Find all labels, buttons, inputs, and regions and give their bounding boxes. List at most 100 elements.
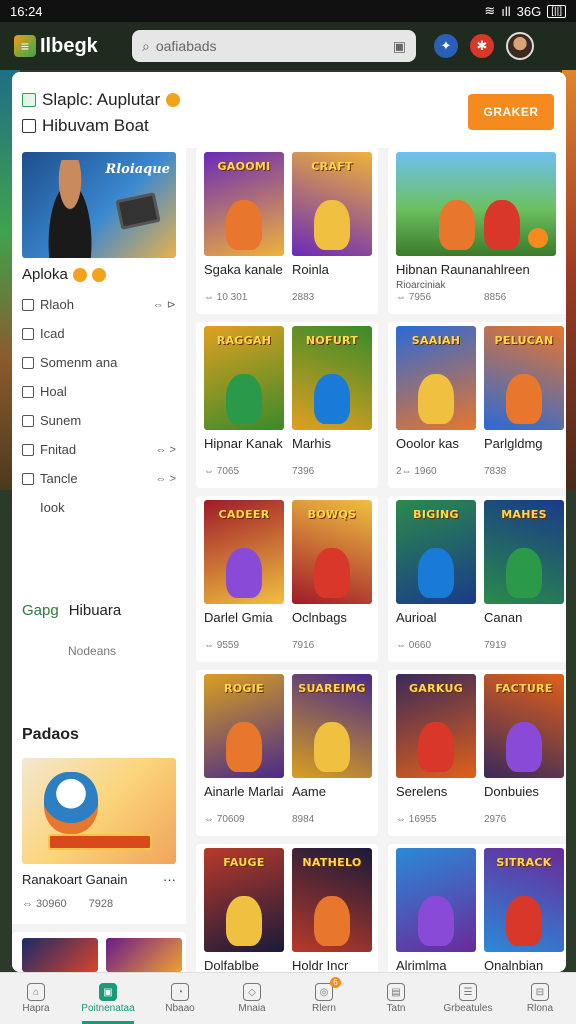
game-thumbnail-title: GARKUG bbox=[408, 682, 464, 695]
sidebar-section-title: Padaos bbox=[22, 726, 79, 743]
app-logo[interactable]: ≡ Ilbegk bbox=[14, 35, 132, 58]
play-icon[interactable] bbox=[528, 228, 548, 248]
game-title-right: Holdr Incr bbox=[292, 958, 349, 972]
app-name: Ilbegk bbox=[40, 34, 98, 57]
nav-label: Poitnenataa bbox=[81, 1003, 135, 1014]
sidebar-item-trail: ⇔ > bbox=[155, 472, 176, 485]
nav-item-1[interactable]: ▣ Poitnenataa bbox=[72, 973, 144, 1024]
coin-icon bbox=[91, 267, 106, 282]
game-meta-right: 7838 bbox=[484, 466, 507, 477]
game-thumbnail[interactable]: PELUCAN bbox=[484, 326, 564, 430]
nav-item-6[interactable]: ☰ Grbeatules bbox=[432, 973, 504, 1024]
game-thumbnail[interactable]: FAUGE bbox=[204, 848, 284, 952]
game-thumbnail[interactable]: MAHES bbox=[484, 500, 564, 604]
game-thumbnail[interactable] bbox=[396, 848, 476, 952]
game-meta-left: ⇔ 70609 bbox=[204, 814, 245, 825]
game-card[interactable]: BIGING MAHES Aurioal Canan ⇔ 0660 7919 bbox=[388, 496, 566, 662]
game-title-left: Alrimlma bbox=[396, 958, 447, 972]
sidebar-item-2[interactable]: Somenm ana bbox=[22, 348, 176, 377]
game-thumbnail[interactable]: RAGGAH bbox=[204, 326, 284, 430]
header-actions: ✦ ✱ bbox=[434, 32, 534, 60]
game-card[interactable]: FAUGE NATHELO Dolfablbe Holdr Incr bbox=[196, 844, 378, 972]
game-thumbnail[interactable]: CADEER bbox=[204, 500, 284, 604]
promo-meta-2: 7928 bbox=[88, 898, 114, 910]
sidebar-item-3[interactable]: Hoal bbox=[22, 377, 176, 406]
game-thumbnail-title: NOFURT bbox=[305, 334, 359, 347]
bottom-navigation: ⌂ Hapra ▣ Poitnenataa ◔ Nbaao ◇ Mnaia ◎ Rlern 6 ▤ Ta… bbox=[0, 972, 576, 1024]
primary-action-button[interactable]: GRAKER bbox=[468, 94, 554, 130]
game-thumbnail[interactable]: GARKUG bbox=[396, 674, 476, 778]
game-thumbnail[interactable]: BIGING bbox=[396, 500, 476, 604]
game-card[interactable]: GAOOMI CRAFT Sgaka kanale Roinla ⇔ 10 301 288… bbox=[196, 148, 378, 314]
game-card[interactable]: SAAIAH PELUCAN Ooolor kas Parlgldmg 2⇔ 1960 7… bbox=[388, 322, 566, 488]
game-thumbnail[interactable] bbox=[396, 152, 556, 256]
game-meta-right: 8856 bbox=[484, 292, 507, 303]
game-thumbnail[interactable]: NOFURT bbox=[292, 326, 372, 430]
sidebar-item-0[interactable]: Rlaoh ⇔ ⊳ bbox=[22, 290, 176, 319]
search-input[interactable]: oafiabads bbox=[156, 38, 387, 54]
sidebar-gapg-row[interactable]: Gapg Hibuara bbox=[22, 602, 121, 619]
notification-icon[interactable]: ✱ bbox=[470, 34, 494, 58]
game-thumbnail[interactable]: GAOOMI bbox=[204, 152, 284, 256]
sidebar-item-trail: ⇔ ⊳ bbox=[152, 299, 176, 311]
game-thumbnail-title: CADEER bbox=[218, 508, 270, 521]
promo-banner-image bbox=[48, 834, 152, 850]
game-thumbnail[interactable]: SUAREIMG bbox=[292, 674, 372, 778]
bottom-thumb-right[interactable] bbox=[106, 938, 182, 972]
nav-item-2[interactable]: ◔ Nbaao bbox=[144, 973, 216, 1024]
game-thumbnail[interactable]: SITRACK bbox=[484, 848, 564, 952]
game-thumbnail-title: RAGGAH bbox=[216, 334, 272, 347]
game-thumbnail[interactable]: SAAIAH bbox=[396, 326, 476, 430]
game-title: Hibnan Raunanahlreen bbox=[396, 262, 530, 277]
nav-item-5[interactable]: ▤ Tatn bbox=[360, 973, 432, 1024]
location-icon[interactable]: ✦ bbox=[434, 34, 458, 58]
game-character-image bbox=[226, 896, 262, 946]
nav-icon: ⌂ bbox=[27, 983, 45, 1001]
game-thumbnail[interactable]: NATHELO bbox=[292, 848, 372, 952]
game-title-right: Oclnbags bbox=[292, 610, 347, 625]
search-bar[interactable]: ⌕ oafiabads ▣ bbox=[132, 30, 416, 62]
game-card[interactable]: RAGGAH NOFURT Hipnar Kanak Marhis ⇔ 7065 7396 bbox=[196, 322, 378, 488]
game-title-left: Ooolor kas bbox=[396, 436, 459, 451]
featured-banner[interactable]: Rloiaque bbox=[22, 152, 176, 258]
game-card[interactable]: ROGIE SUAREIMG Ainarle Marlai Aame ⇔ 70609 89… bbox=[196, 670, 378, 836]
sidebar-item-label: Icad bbox=[40, 326, 65, 341]
game-card[interactable]: GARKUG FACTURE Serelens Donbuies ⇔ 16955 2976 bbox=[388, 670, 566, 836]
nav-icon: ⊟ bbox=[531, 983, 549, 1001]
sidebar-item-4[interactable]: Sunem bbox=[22, 406, 176, 435]
game-character-image bbox=[226, 200, 262, 250]
game-thumbnail-title: SUAREIMG bbox=[298, 682, 366, 695]
nav-item-0[interactable]: ⌂ Hapra bbox=[0, 973, 72, 1024]
user-avatar[interactable] bbox=[506, 32, 534, 60]
more-icon[interactable]: ··· bbox=[163, 872, 176, 887]
promo-title: Ranakoart Ganain bbox=[22, 872, 128, 887]
nav-item-4[interactable]: ◎ Rlern 6 bbox=[288, 973, 360, 1024]
sidebar-item-5[interactable]: Fnitad ⇔ > bbox=[22, 435, 176, 464]
nav-item-3[interactable]: ◇ Mnaia bbox=[216, 973, 288, 1024]
game-card[interactable]: CADEER BOWQS Darlel Gmia Oclnbags ⇔ 9559 7916 bbox=[196, 496, 378, 662]
scan-icon[interactable]: ▣ bbox=[393, 38, 406, 55]
game-thumbnail[interactable]: ROGIE bbox=[204, 674, 284, 778]
game-thumbnail[interactable]: CRAFT bbox=[292, 152, 372, 256]
nav-icon: ▤ bbox=[387, 983, 405, 1001]
game-thumbnail[interactable]: FACTURE bbox=[484, 674, 564, 778]
game-meta-left: 2⇔ 1960 bbox=[396, 466, 437, 477]
sidebar-item-label: Sunem bbox=[40, 413, 82, 428]
sidebar-nodeans-link[interactable]: Nodeans bbox=[68, 644, 116, 658]
game-thumbnail-title: BOWQS bbox=[307, 508, 357, 521]
game-title-left: Darlel Gmia bbox=[204, 610, 273, 625]
sidebar-item-6[interactable]: Tancle ⇔ > bbox=[22, 464, 176, 493]
game-title-right: Roinla bbox=[292, 262, 329, 277]
game-thumbnail[interactable]: BOWQS bbox=[292, 500, 372, 604]
sidebar-item-1[interactable]: Icad bbox=[22, 319, 176, 348]
coin-icon bbox=[72, 267, 87, 282]
game-card[interactable]: Hibnan Raunanahlreen Rioarciniak ⇔ 7956 885… bbox=[388, 148, 566, 314]
nav-item-7[interactable]: ⊟ Rlona bbox=[504, 973, 576, 1024]
sidebar-item-label: Hoal bbox=[40, 384, 67, 399]
sidebar-item-7[interactable]: Iook bbox=[22, 493, 176, 522]
promo-thumbnail[interactable] bbox=[22, 758, 176, 864]
game-card[interactable]: SITRACK Alrimlma Onalnbian bbox=[388, 844, 566, 972]
wifi-icon: ≋ bbox=[484, 3, 496, 18]
bottom-thumb-left[interactable] bbox=[22, 938, 98, 972]
battery-icon: [||] bbox=[547, 4, 566, 18]
